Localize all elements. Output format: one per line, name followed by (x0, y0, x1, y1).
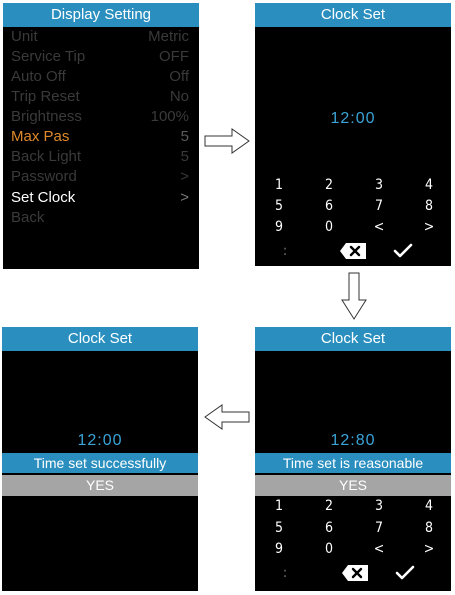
menu-item-max-pas[interactable]: Max Pas 5 (11, 127, 189, 147)
display-setting-title: Display Setting (3, 3, 199, 27)
key-4[interactable]: 4 (419, 175, 439, 195)
menu-item-back-light[interactable]: Back Light 5 (11, 147, 189, 167)
key-0[interactable]: 0 (319, 539, 339, 559)
key-0[interactable]: 0 (319, 217, 339, 237)
clock-set-title: Clock Set (255, 3, 451, 27)
menu-item-value: 5 (180, 128, 189, 145)
key-2[interactable]: 2 (319, 496, 339, 516)
clock-set-screen-success: Clock Set 12:00 Time set successfully YE… (2, 327, 198, 591)
clock-set-title: Clock Set (255, 327, 451, 351)
menu-item-brightness[interactable]: Brightness 100% (11, 107, 189, 127)
key-right[interactable]: > (419, 217, 439, 237)
menu-item-set-clock[interactable]: Set Clock > (11, 188, 189, 208)
key-5[interactable]: 5 (269, 196, 289, 216)
key-1[interactable]: 1 (269, 496, 289, 516)
time-display: 12:00 (77, 432, 123, 449)
key-6[interactable]: 6 (319, 196, 339, 216)
menu-item-label: Max Pas (11, 128, 70, 145)
arrow-left-icon (204, 404, 250, 430)
key-3[interactable]: 3 (369, 496, 389, 516)
menu-item-value: > (180, 189, 189, 206)
menu-item-value: 100% (150, 108, 189, 125)
menu-item-label: Password (11, 168, 77, 185)
menu-item-value: 5 (180, 148, 189, 165)
arrow-down-icon (341, 272, 367, 320)
key-left[interactable]: < (369, 217, 389, 237)
key-left[interactable]: < (369, 539, 389, 559)
key-8[interactable]: 8 (419, 518, 439, 538)
key-4[interactable]: 4 (419, 496, 439, 516)
arrow-right-icon (204, 128, 250, 154)
clock-set-screen-check: Clock Set 12:80 Time set is reasonable Y… (255, 327, 451, 591)
clock-set-title: Clock Set (2, 327, 198, 351)
key-7[interactable]: 7 (369, 518, 389, 538)
menu-item-value: Off (169, 68, 189, 85)
menu-item-value: > (180, 168, 189, 185)
yes-button[interactable]: YES (255, 475, 451, 496)
key-6[interactable]: 6 (319, 518, 339, 538)
backspace-x-icon[interactable] (342, 565, 368, 581)
menu-item-trip-reset[interactable]: Trip Reset No (11, 87, 189, 107)
menu-item-unit[interactable]: Unit Metric (11, 27, 189, 47)
key-8[interactable]: 8 (419, 196, 439, 216)
menu-item-label: Trip Reset (11, 88, 80, 105)
menu-item-label: Auto Off (11, 68, 66, 85)
status-message: Time set is reasonable (255, 453, 451, 473)
menu-item-back[interactable]: Back (11, 208, 189, 228)
checkmark-icon[interactable] (395, 565, 415, 581)
clock-set-screen-entry: Clock Set 12:00 1 2 3 4 5 6 7 8 9 0 < > … (255, 3, 451, 266)
menu-item-value: No (169, 88, 189, 105)
key-2[interactable]: 2 (319, 175, 339, 195)
key-colon[interactable]: : (275, 563, 295, 583)
key-9[interactable]: 9 (269, 539, 289, 559)
menu-item-label: Back (11, 209, 45, 226)
key-right[interactable]: > (419, 539, 439, 559)
key-1[interactable]: 1 (269, 175, 289, 195)
menu-item-value: OFF (159, 48, 189, 65)
time-display: 12:80 (330, 432, 376, 449)
menu-item-value: Metric (148, 28, 189, 45)
checkmark-icon[interactable] (393, 243, 413, 259)
menu-item-label: Set Clock (11, 189, 76, 206)
key-7[interactable]: 7 (369, 196, 389, 216)
menu-item-label: Brightness (11, 108, 82, 125)
backspace-x-icon[interactable] (340, 243, 366, 259)
key-colon[interactable]: : (275, 241, 295, 261)
status-message: Time set successfully (2, 453, 198, 473)
menu-item-label: Unit (11, 28, 38, 45)
yes-button[interactable]: YES (2, 475, 198, 496)
key-3[interactable]: 3 (369, 175, 389, 195)
key-5[interactable]: 5 (269, 518, 289, 538)
menu-item-password[interactable]: Password > (11, 167, 189, 187)
menu-item-label: Service Tip (11, 48, 86, 65)
menu-item-auto-off[interactable]: Auto Off Off (11, 67, 189, 87)
menu-item-service-tip[interactable]: Service Tip OFF (11, 47, 189, 67)
time-display: 12:00 (330, 110, 376, 127)
menu-item-label: Back Light (11, 148, 82, 165)
display-setting-screen: Display Setting Unit Metric Service Tip … (3, 3, 199, 269)
key-9[interactable]: 9 (269, 217, 289, 237)
